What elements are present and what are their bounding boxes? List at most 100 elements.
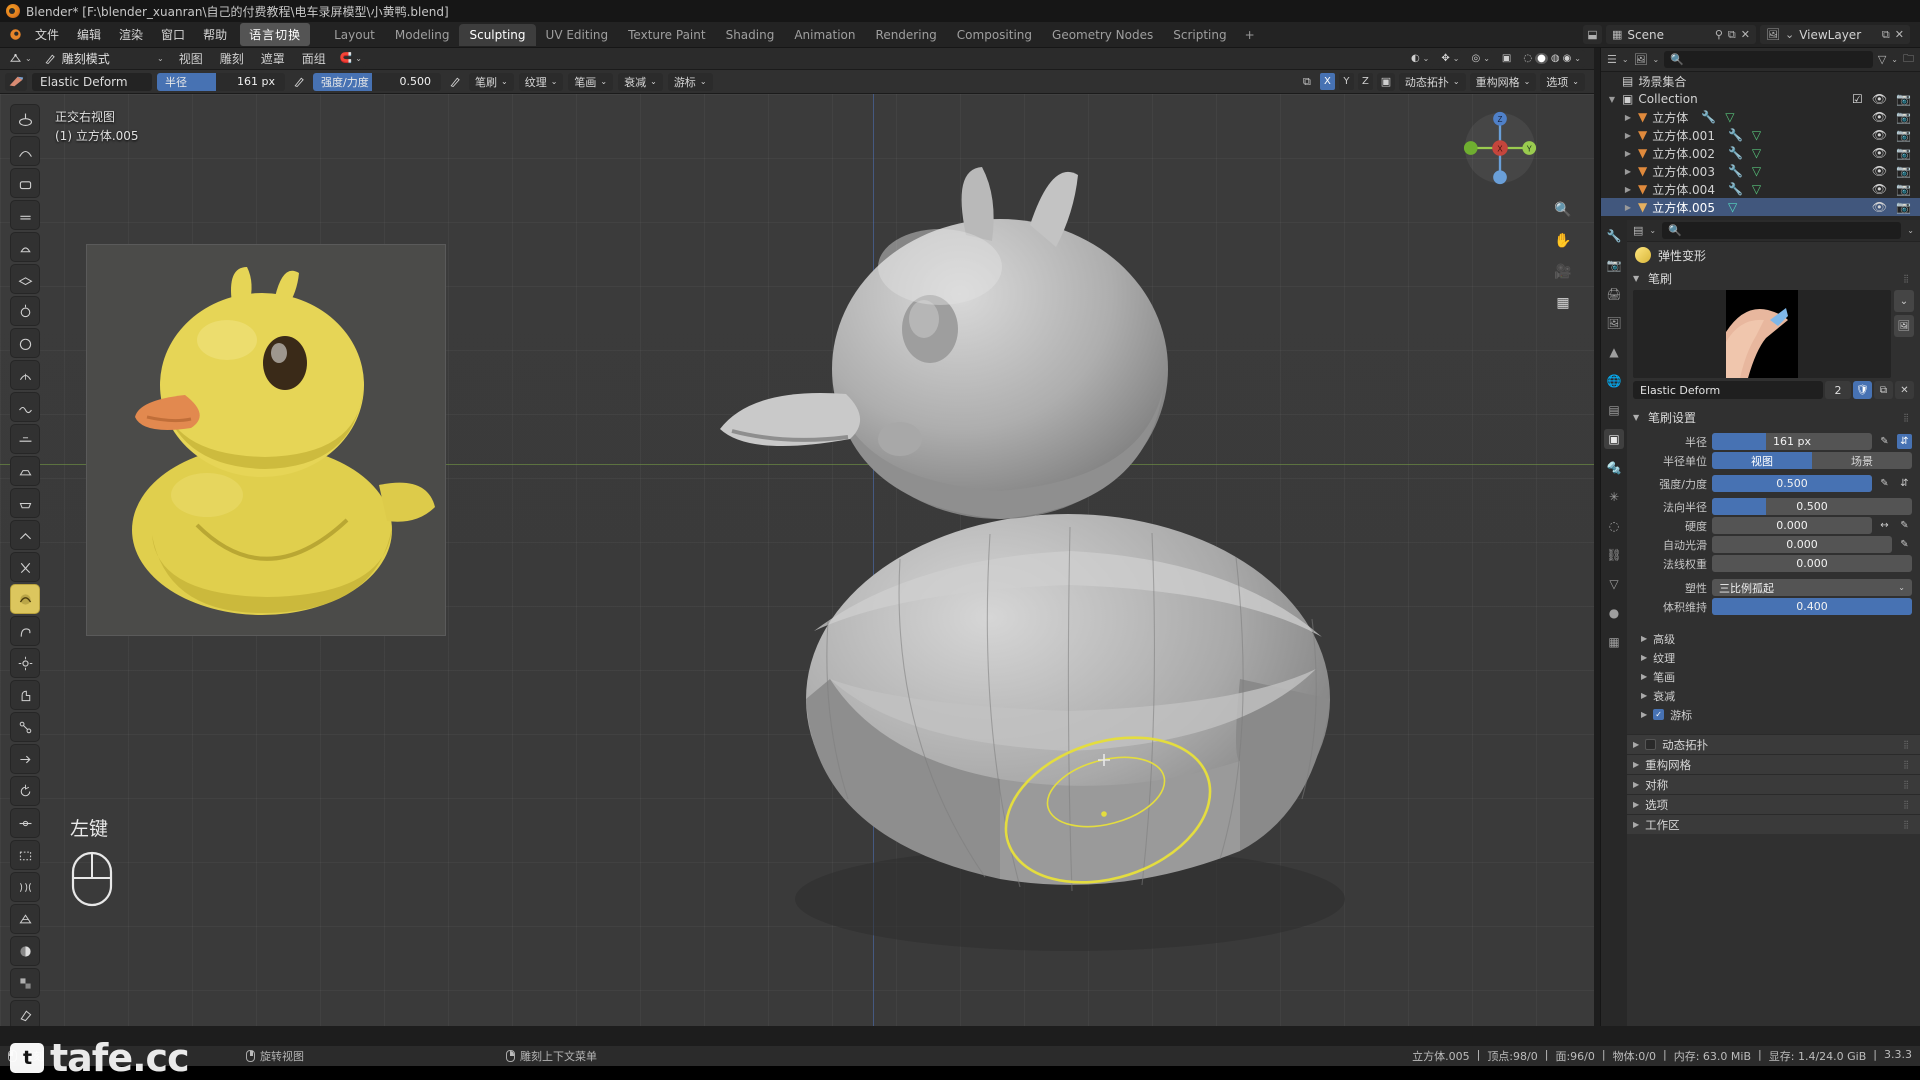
viewlayer-selector[interactable]: 🖼 ⌄ ViewLayer ⧉ ✕ (1760, 25, 1910, 44)
radius-slider[interactable]: 半径 161 px (157, 72, 285, 91)
lock-icon[interactable]: ▣ (1376, 72, 1395, 91)
radius-unit-scene[interactable]: 场景 (1812, 452, 1912, 469)
tool-smooth[interactable] (10, 392, 40, 422)
scene-selector[interactable]: ▦ Scene ⚲ ⧉ ✕ (1606, 25, 1756, 44)
tab-rendering[interactable]: Rendering (866, 24, 947, 46)
brush-panel-header[interactable]: ▼ 笔刷 ⣿ (1627, 268, 1920, 288)
cursor-checkbox[interactable]: ✓ (1653, 709, 1665, 720)
radius-unit-segmented[interactable]: 视图 场景 (1712, 452, 1912, 469)
dropdown-falloff[interactable]: 衰减 ⌄ (618, 72, 663, 91)
tool-draw-sharp[interactable] (10, 136, 40, 166)
tool-clay-thumb[interactable] (10, 232, 40, 262)
duplicate-brush-icon[interactable]: ⧉ (1874, 381, 1893, 399)
modifier-icon[interactable]: 🔧 (1701, 110, 1716, 124)
tool-grab[interactable] (10, 648, 40, 678)
menu-edit[interactable]: 编辑 (68, 23, 110, 46)
new-viewlayer-icon[interactable]: ⧉ (1882, 28, 1890, 42)
tool-snake-hook[interactable] (10, 616, 40, 646)
mesh-data-icon[interactable]: ▽ (1752, 164, 1761, 178)
strength-pressure-icon[interactable]: ✎ (1877, 476, 1892, 491)
camera-icon[interactable]: 📷 (1896, 164, 1911, 178)
3d-viewport[interactable]: 正交右视图 (1) 立方体.005 Z Y X 🔍 ✋ 🎥 ▦ 左键 (0, 94, 1594, 1026)
tool-simplify[interactable] (10, 904, 40, 934)
modifier-icon[interactable]: 🔧 (1728, 182, 1743, 196)
eye-icon[interactable]: 👁 (1872, 110, 1887, 124)
panel-options[interactable]: ▶ 选项 ⣿ (1627, 794, 1920, 814)
panel-workspace[interactable]: ▶ 工作区 ⣿ (1627, 814, 1920, 834)
modifier-icon[interactable]: 🔧 (1728, 146, 1743, 160)
camera-icon[interactable]: 📷 (1896, 182, 1911, 196)
outliner-item-0[interactable]: ▶ ▼ 立方体 🔧 ▽ 👁 📷 (1601, 108, 1920, 126)
tab-layout[interactable]: Layout (324, 24, 385, 46)
tool-inflate[interactable] (10, 296, 40, 326)
disclosure-triangle-icon[interactable]: ▶ (1623, 203, 1633, 212)
outliner-item-4[interactable]: ▶ ▼ 立方体.004 🔧 ▽ 👁 📷 (1601, 180, 1920, 198)
subpanel-cursor[interactable]: ▶ ✓ 游标 (1641, 705, 1920, 724)
tool-fill[interactable] (10, 456, 40, 486)
tool-clay[interactable] (10, 168, 40, 198)
new-scene-icon[interactable]: ⧉ (1728, 28, 1736, 42)
camera-icon[interactable]: 📷 (1896, 146, 1911, 160)
mesh-data-icon[interactable]: ▽ (1752, 182, 1761, 196)
tab-collection[interactable]: ▤ (1604, 400, 1624, 420)
eye-icon[interactable]: 👁 (1872, 128, 1887, 142)
tool-multiplane-scrape[interactable] (10, 520, 40, 550)
tool-layer[interactable] (10, 264, 40, 294)
tab-render[interactable]: 📷 (1604, 255, 1624, 275)
unlink-brush-icon[interactable]: ✕ (1895, 381, 1914, 399)
tool-pose[interactable] (10, 712, 40, 742)
radius-value-slider[interactable]: 161 px (1712, 433, 1872, 450)
camera-icon[interactable]: 📷 (1896, 92, 1911, 106)
overlays-dropdown[interactable]: ◎ ⌄ (1467, 49, 1494, 68)
panel-remesh[interactable]: ▶ 重构网格 ⣿ (1627, 754, 1920, 774)
subpanel-texture[interactable]: ▶ 纹理 (1641, 648, 1920, 667)
tool-elastic-deform[interactable] (10, 584, 40, 614)
fake-user-icon[interactable]: 🛡 (1853, 381, 1872, 399)
tool-mask[interactable] (10, 936, 40, 966)
tab-tool[interactable]: 🔧 (1604, 226, 1624, 246)
properties-editor-type-icon[interactable]: ▤ (1633, 224, 1643, 237)
strength-value-slider[interactable]: 0.500 (1712, 475, 1872, 492)
dropdown-stroke[interactable]: 笔画 ⌄ (568, 72, 614, 91)
tool-blob[interactable] (10, 328, 40, 358)
outliner-item-1[interactable]: ▶ ▼ 立方体.001 🔧 ▽ 👁 📷 (1601, 126, 1920, 144)
panel-grip-icon[interactable]: ⣿ (1903, 800, 1914, 809)
tool-multires-displacement-eraser[interactable] (10, 1000, 40, 1026)
brush-preview-box[interactable] (1633, 290, 1891, 378)
eye-icon[interactable]: 👁 (1872, 146, 1887, 160)
tool-draw-face-sets[interactable] (10, 968, 40, 998)
interaction-mode-selector[interactable]: 雕刻模式 ⌄ (38, 49, 169, 68)
tool-crease[interactable] (10, 360, 40, 390)
tab-output[interactable]: 🖨 (1604, 284, 1624, 304)
mesh-data-icon[interactable]: ▽ (1752, 146, 1761, 160)
hardness-pressure-icon[interactable]: ✎ (1897, 518, 1912, 533)
symmetry-axis-z[interactable]: Z (1357, 73, 1373, 90)
tab-object[interactable]: ▣ (1604, 429, 1624, 449)
filter-icon[interactable]: ▽ (1878, 53, 1886, 66)
dyntopo-checkbox[interactable] (1645, 739, 1657, 750)
disclosure-triangle-icon[interactable]: ▶ (1623, 149, 1633, 158)
subpanel-falloff[interactable]: ▶ 衰减 (1641, 686, 1920, 705)
outliner-item-2[interactable]: ▶ ▼ 立方体.002 🔧 ▽ 👁 📷 (1601, 144, 1920, 162)
shading-mode-group[interactable]: ◌ ● ◍ ◉ ⌄ (1519, 49, 1585, 68)
modifier-icon[interactable]: 🔧 (1728, 164, 1743, 178)
zoom-icon[interactable]: 🔍 (1552, 199, 1574, 221)
tool-boundary[interactable] (10, 840, 40, 870)
snap-toggle[interactable]: 🧲 ⌄ (335, 49, 366, 68)
dropdown-cursor[interactable]: 游标 ⌄ (667, 72, 713, 91)
outliner-item-3[interactable]: ▶ ▼ 立方体.003 🔧 ▽ 👁 📷 (1601, 162, 1920, 180)
tab-scripting[interactable]: Scripting (1163, 24, 1236, 46)
panel-grip-icon[interactable]: ⣿ (1903, 780, 1914, 789)
tab-data[interactable]: ▽ (1604, 574, 1624, 594)
disclosure-triangle-icon[interactable]: ▶ (1623, 131, 1633, 140)
tab-view-layer[interactable]: 🖼 (1604, 313, 1624, 333)
auto-smooth-slider[interactable]: 0.000 (1712, 536, 1892, 553)
hardness-slider[interactable]: 0.000 (1712, 517, 1872, 534)
brush-datablock-name[interactable]: Elastic Deform (1633, 381, 1823, 399)
radius-unit-view[interactable]: 视图 (1712, 452, 1812, 469)
panel-symmetry[interactable]: ▶ 对称 ⣿ (1627, 774, 1920, 794)
tab-material[interactable]: ● (1604, 603, 1624, 623)
new-collection-icon[interactable]: 🗀 (1903, 50, 1914, 69)
brush-settings-panel-header[interactable]: ▼ 笔刷设置 ⣿ (1627, 407, 1920, 427)
outliner-collection[interactable]: ▼ ▣ Collection ☑ 👁 📷 (1601, 90, 1920, 108)
